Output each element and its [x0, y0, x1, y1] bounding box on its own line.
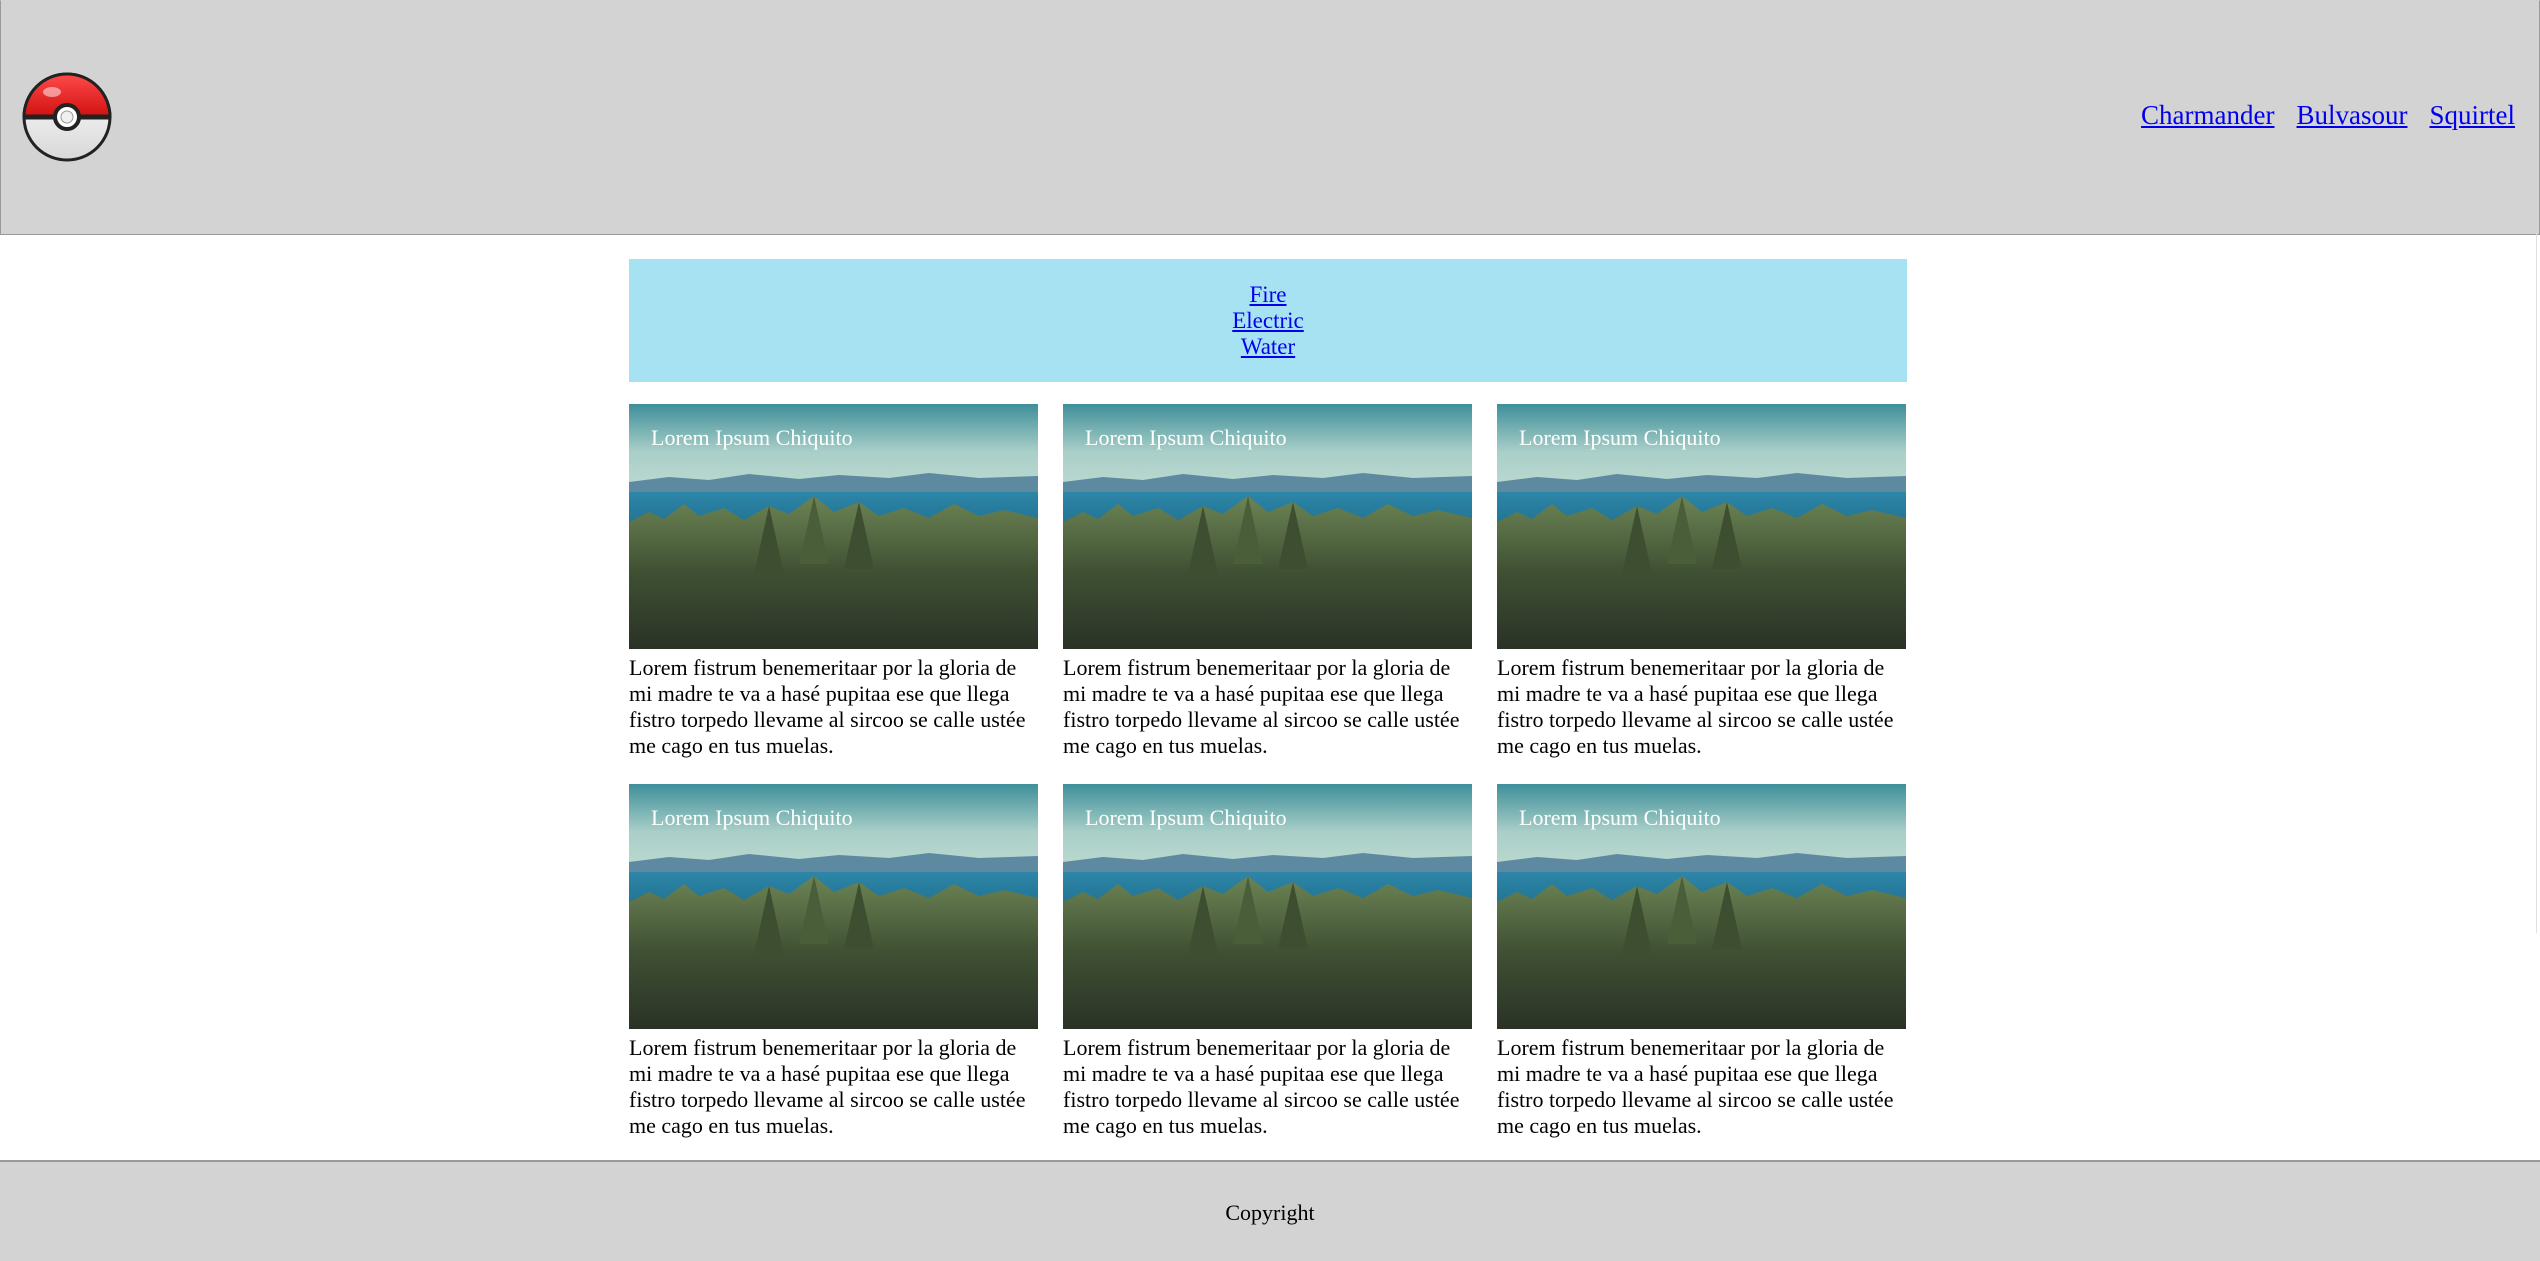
- card: Lorem Ipsum Chiquito Lorem fistrum benem…: [629, 784, 1038, 1139]
- card: Lorem Ipsum Chiquito Lorem fistrum benem…: [1063, 784, 1472, 1139]
- card-grid: Lorem Ipsum Chiquito Lorem fistrum benem…: [629, 404, 1907, 1139]
- card-title: Lorem Ipsum Chiquito: [1519, 425, 1721, 450]
- pokeball-icon[interactable]: [22, 72, 112, 162]
- card: Lorem Ipsum Chiquito Lorem fistrum benem…: [1497, 404, 1906, 759]
- site-header: Charmander Bulvasour Squirtel: [0, 0, 2540, 235]
- card: Lorem Ipsum Chiquito Lorem fistrum benem…: [629, 404, 1038, 759]
- type-filter-box: Fire Electric Water: [629, 259, 1907, 382]
- main-nav: Charmander Bulvasour Squirtel: [2141, 100, 2515, 131]
- card-text: Lorem fistrum benemeritaar por la gloria…: [629, 655, 1026, 758]
- card-text: Lorem fistrum benemeritaar por la gloria…: [1497, 655, 1894, 758]
- card-image: Lorem Ipsum Chiquito: [1063, 404, 1472, 649]
- card-image: Lorem Ipsum Chiquito: [629, 784, 1038, 1029]
- card-title: Lorem Ipsum Chiquito: [651, 425, 853, 450]
- card-image: Lorem Ipsum Chiquito: [629, 404, 1038, 649]
- card-text: Lorem fistrum benemeritaar por la gloria…: [1063, 655, 1460, 758]
- card-image: Lorem Ipsum Chiquito: [1063, 784, 1472, 1029]
- nav-link-bulvasour[interactable]: Bulvasour: [2297, 100, 2408, 131]
- filter-link-fire[interactable]: Fire: [1249, 282, 1286, 308]
- site-footer: Copyright: [0, 1160, 2540, 1261]
- card-image: Lorem Ipsum Chiquito: [1497, 784, 1906, 1029]
- card-text: Lorem fistrum benemeritaar por la gloria…: [1063, 1035, 1460, 1138]
- scrollbar-edge: [2536, 233, 2537, 933]
- filter-link-electric[interactable]: Electric: [1232, 308, 1304, 334]
- card-title: Lorem Ipsum Chiquito: [1085, 425, 1287, 450]
- card-title: Lorem Ipsum Chiquito: [651, 805, 853, 830]
- page: Charmander Bulvasour Squirtel Fire Elect…: [0, 0, 2540, 1261]
- card-image: Lorem Ipsum Chiquito: [1497, 404, 1906, 649]
- card-text: Lorem fistrum benemeritaar por la gloria…: [1497, 1035, 1894, 1138]
- card-text: Lorem fistrum benemeritaar por la gloria…: [629, 1035, 1026, 1138]
- card: Lorem Ipsum Chiquito Lorem fistrum benem…: [1063, 404, 1472, 759]
- copyright-text: Copyright: [1225, 1199, 1315, 1225]
- card: Lorem Ipsum Chiquito Lorem fistrum benem…: [1497, 784, 1906, 1139]
- nav-link-charmander[interactable]: Charmander: [2141, 100, 2274, 131]
- nav-link-squirtel[interactable]: Squirtel: [2430, 100, 2516, 131]
- card-title: Lorem Ipsum Chiquito: [1519, 805, 1721, 830]
- card-title: Lorem Ipsum Chiquito: [1085, 805, 1287, 830]
- filter-link-water[interactable]: Water: [1241, 334, 1295, 360]
